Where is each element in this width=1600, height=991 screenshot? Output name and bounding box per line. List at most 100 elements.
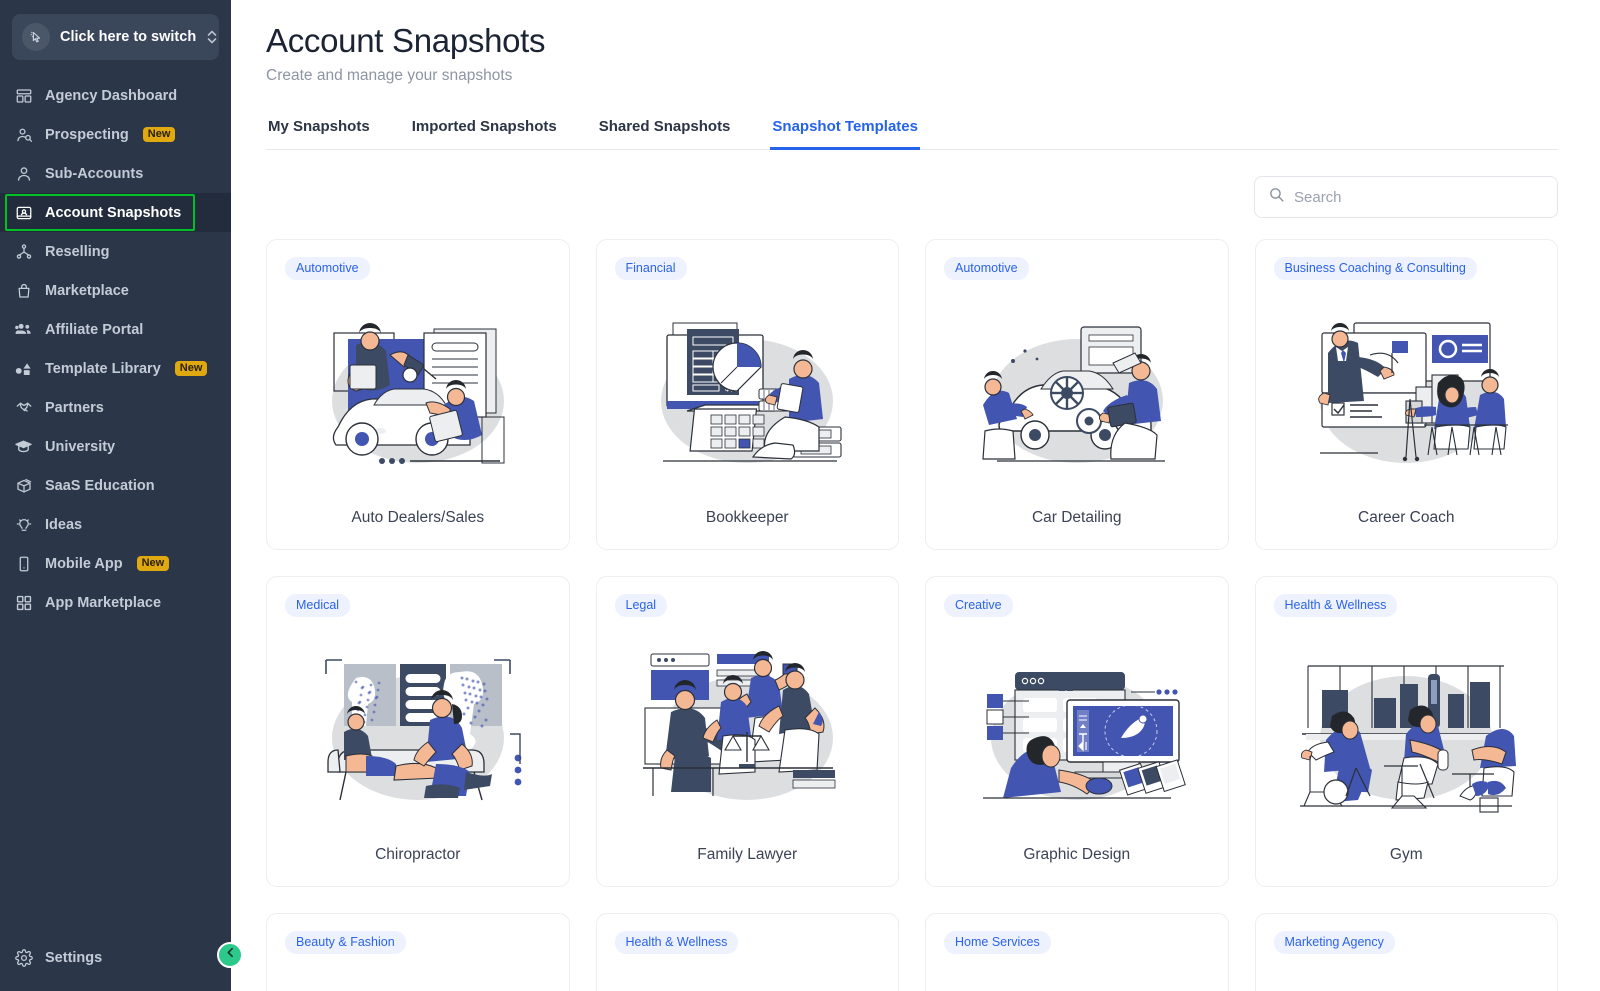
cursor-click-icon — [22, 23, 50, 51]
handshake-icon — [14, 398, 33, 417]
mobile-icon — [14, 554, 33, 573]
tab-my-snapshots[interactable]: My Snapshots — [266, 118, 372, 150]
dashboard-icon — [14, 86, 33, 105]
template-card[interactable]: Home Services — [925, 913, 1229, 991]
template-card[interactable]: Legal Family Lawyer — [595, 576, 899, 887]
new-badge: New — [142, 126, 176, 143]
sidebar-nav: Agency Dashboard Prospecting New Sub-Accoun… — [0, 70, 231, 938]
template-card[interactable]: Automotive Car Detailing — [925, 239, 1229, 550]
graphic-design-illustration — [944, 617, 1210, 846]
prospecting-icon — [14, 125, 33, 144]
box-icon — [14, 476, 33, 495]
sidebar-item-mobile-app[interactable]: Mobile App New — [0, 544, 231, 583]
sidebar-item-account-snapshots[interactable]: Account Snapshots — [0, 193, 231, 232]
sidebar-item-agency-dashboard[interactable]: Agency Dashboard — [0, 76, 231, 115]
card-category-tag: Health & Wellness — [1273, 594, 1398, 617]
template-card[interactable]: Financial $$$ — [595, 239, 899, 550]
sidebar-item-prospecting[interactable]: Prospecting New — [0, 115, 231, 154]
app-root: Click here to switch Agency Dashboard Pro… — [0, 0, 1600, 991]
sidebar-item-label: App Marketplace — [45, 594, 162, 611]
template-card[interactable]: Health & Wellness — [1254, 576, 1558, 887]
sidebar-item-app-marketplace[interactable]: App Marketplace — [0, 583, 231, 622]
template-card[interactable]: Health & Wellness — [595, 913, 899, 991]
search-box[interactable] — [1254, 176, 1558, 218]
template-card[interactable]: Marketing Agency — [1254, 913, 1558, 991]
sidebar-collapse-button[interactable] — [217, 942, 243, 968]
card-title: Career Coach — [1358, 509, 1455, 526]
sidebar-item-label: Partners — [45, 399, 104, 416]
tab-imported-snapshots[interactable]: Imported Snapshots — [410, 118, 559, 150]
sidebar-item-marketplace[interactable]: Marketplace — [0, 271, 231, 310]
marketing-agency-illustration — [1274, 954, 1540, 991]
sidebar-item-label: Affiliate Portal — [45, 321, 144, 338]
sidebar-item-settings[interactable]: Settings — [0, 938, 231, 977]
sidebar-item-label: Settings — [45, 949, 103, 966]
sidebar-footer: Settings — [0, 938, 231, 991]
search-icon — [1268, 186, 1285, 208]
account-switcher-label: Click here to switch — [60, 29, 197, 45]
page-subtitle: Create and manage your snapshots — [266, 67, 513, 84]
template-card[interactable]: Business Coaching & Consulting Career Co… — [1254, 239, 1558, 550]
auto-dealers-illustration — [285, 280, 551, 509]
card-title: Car Detailing — [1031, 509, 1122, 526]
chevron-updown-icon — [206, 28, 218, 46]
card-title: Family Lawyer — [697, 846, 798, 863]
sidebar-item-label: Prospecting — [45, 126, 129, 143]
sidebar-item-template-library[interactable]: Template Library New — [0, 349, 231, 388]
sidebar-item-partners[interactable]: Partners — [0, 388, 231, 427]
sidebar-item-label: Template Library — [45, 360, 161, 377]
template-card[interactable]: Beauty & Fashion — [266, 913, 570, 991]
card-category-tag: Automotive — [285, 257, 370, 280]
sidebar-item-reselling[interactable]: Reselling — [0, 232, 231, 271]
reselling-icon — [14, 242, 33, 261]
sidebar-item-saas-education[interactable]: SaaS Education — [0, 466, 231, 505]
card-category-tag: Creative — [944, 594, 1013, 617]
chiropractor-illustration — [285, 617, 551, 846]
card-category-tag: Business Coaching & Consulting — [1273, 257, 1477, 280]
tab-bar: My Snapshots Imported Snapshots Shared Sna… — [266, 118, 1558, 150]
sidebar-item-label: Agency Dashboard — [45, 87, 178, 104]
template-card-grid: Automotive Auto Dealers/Sales Financial … — [266, 239, 1558, 991]
template-card[interactable]: Automotive Auto Dealers/Sales — [266, 239, 570, 550]
sidebar-item-label: Marketplace — [45, 282, 129, 299]
sidebar: Click here to switch Agency Dashboard Pro… — [0, 0, 243, 991]
card-category-tag: Beauty & Fashion — [285, 931, 406, 954]
graduation-cap-icon — [14, 437, 33, 456]
card-category-tag: Health & Wellness — [614, 931, 739, 954]
template-card[interactable]: Medical Chiropractor — [266, 576, 570, 887]
sidebar-item-label: SaaS Education — [45, 477, 155, 494]
card-title: Bookkeeper — [705, 509, 789, 526]
main-content: Account Snapshots Create and manage your… — [231, 0, 1600, 991]
template-card[interactable]: Creative Graphic Design — [925, 576, 1229, 887]
search-row — [266, 176, 1558, 218]
car-detailing-illustration — [944, 280, 1210, 509]
sidebar-item-label: Mobile App — [45, 555, 123, 572]
sidebar-item-label: Reselling — [45, 243, 110, 260]
family-lawyer-illustration — [615, 617, 881, 846]
sidebar-item-label: Ideas — [45, 516, 83, 533]
new-badge: New — [174, 360, 208, 377]
search-input[interactable] — [1294, 188, 1544, 206]
tab-snapshot-templates[interactable]: Snapshot Templates — [770, 118, 920, 150]
career-coach-illustration — [1274, 280, 1540, 509]
card-category-tag: Home Services — [944, 931, 1051, 954]
gym-illustration — [1274, 617, 1540, 846]
tab-shared-snapshots[interactable]: Shared Snapshots — [597, 118, 733, 150]
sidebar-item-university[interactable]: University — [0, 427, 231, 466]
sidebar-item-label: University — [45, 438, 116, 455]
sidebar-item-affiliate-portal[interactable]: Affiliate Portal — [0, 310, 231, 349]
card-category-tag: Automotive — [944, 257, 1029, 280]
sidebar-item-label: Account Snapshots — [45, 204, 182, 221]
gear-icon — [14, 948, 33, 967]
sidebar-item-label: Sub-Accounts — [45, 165, 144, 182]
new-badge: New — [136, 555, 170, 572]
chevron-left-icon — [224, 946, 237, 964]
sidebar-item-sub-accounts[interactable]: Sub-Accounts — [0, 154, 231, 193]
sidebar-item-ideas[interactable]: Ideas — [0, 505, 231, 544]
account-switcher[interactable]: Click here to switch — [12, 14, 219, 60]
snapshot-icon — [14, 203, 33, 222]
grid-icon — [14, 593, 33, 612]
health-wellness-illustration — [615, 954, 881, 991]
shapes-icon — [14, 359, 33, 378]
lightbulb-icon — [14, 515, 33, 534]
